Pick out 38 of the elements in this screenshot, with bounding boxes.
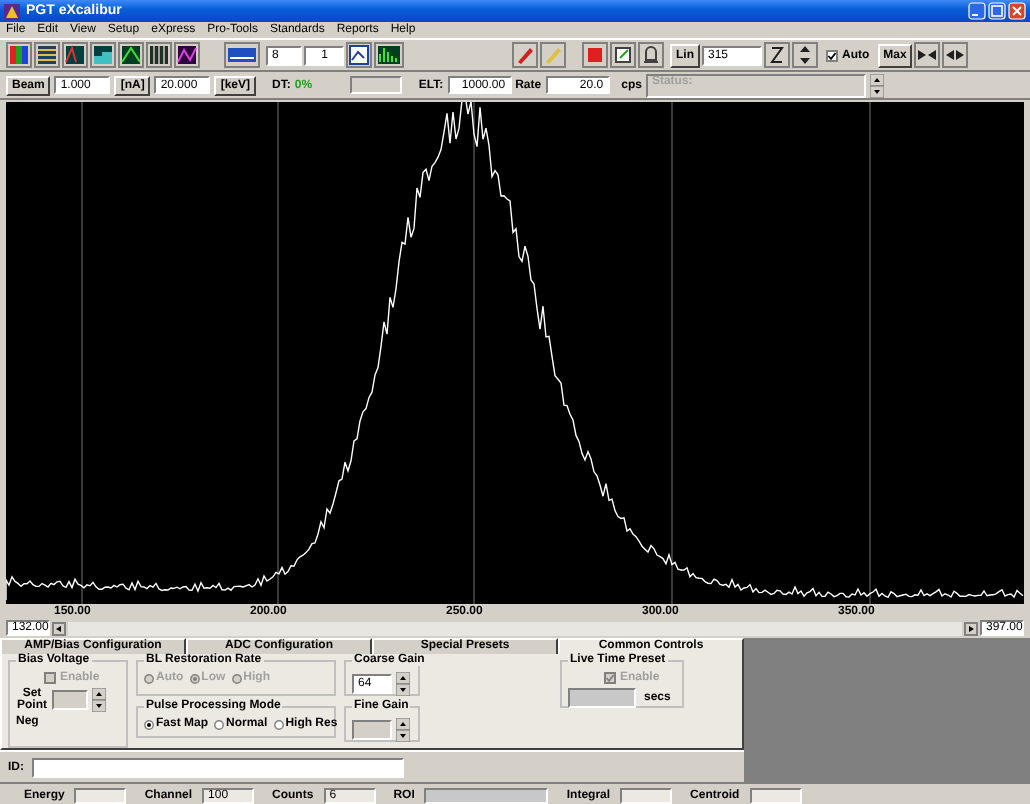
spin-buttons[interactable] bbox=[92, 688, 106, 712]
radio-button[interactable] bbox=[214, 719, 225, 729]
spin-buttons[interactable] bbox=[396, 672, 410, 696]
palette-icon[interactable] bbox=[6, 42, 32, 68]
bell-icon[interactable] bbox=[638, 42, 664, 68]
grid-icon[interactable] bbox=[146, 42, 172, 68]
spectrum-icon[interactable] bbox=[374, 42, 404, 68]
peak-icon[interactable] bbox=[174, 42, 200, 68]
status-field bbox=[424, 788, 549, 804]
status-field bbox=[74, 788, 127, 804]
collapse-icon[interactable] bbox=[914, 42, 941, 68]
chart-icon[interactable] bbox=[346, 42, 372, 68]
monitor-icon[interactable] bbox=[224, 42, 260, 68]
radio-button[interactable] bbox=[144, 719, 154, 729]
pen-icon[interactable] bbox=[512, 42, 538, 68]
id-field[interactable] bbox=[32, 757, 404, 777]
status-field bbox=[749, 788, 802, 804]
bars-icon[interactable] bbox=[34, 42, 60, 68]
minimize-button[interactable] bbox=[968, 2, 986, 20]
status-field bbox=[620, 788, 673, 804]
auto-checkbox[interactable] bbox=[826, 49, 838, 61]
spin-buttons[interactable] bbox=[869, 73, 884, 97]
export-icon[interactable] bbox=[610, 42, 636, 68]
app-icon bbox=[4, 3, 20, 19]
area-chart-icon[interactable] bbox=[90, 42, 116, 68]
peak-icon[interactable] bbox=[118, 42, 144, 68]
peak-icon[interactable] bbox=[62, 42, 88, 68]
close-button[interactable] bbox=[1008, 2, 1026, 20]
scroll-right-button[interactable] bbox=[964, 621, 978, 635]
set-point-field bbox=[52, 690, 88, 710]
radio-button[interactable] bbox=[273, 719, 284, 729]
pencil-icon[interactable] bbox=[540, 42, 566, 68]
scroll-left-button[interactable] bbox=[52, 621, 66, 635]
dead-time-bar bbox=[350, 76, 403, 94]
spin-buttons[interactable] bbox=[396, 718, 410, 742]
spin-icon[interactable] bbox=[792, 42, 818, 68]
maximize-button[interactable] bbox=[988, 2, 1006, 20]
expand-icon[interactable] bbox=[942, 42, 969, 68]
